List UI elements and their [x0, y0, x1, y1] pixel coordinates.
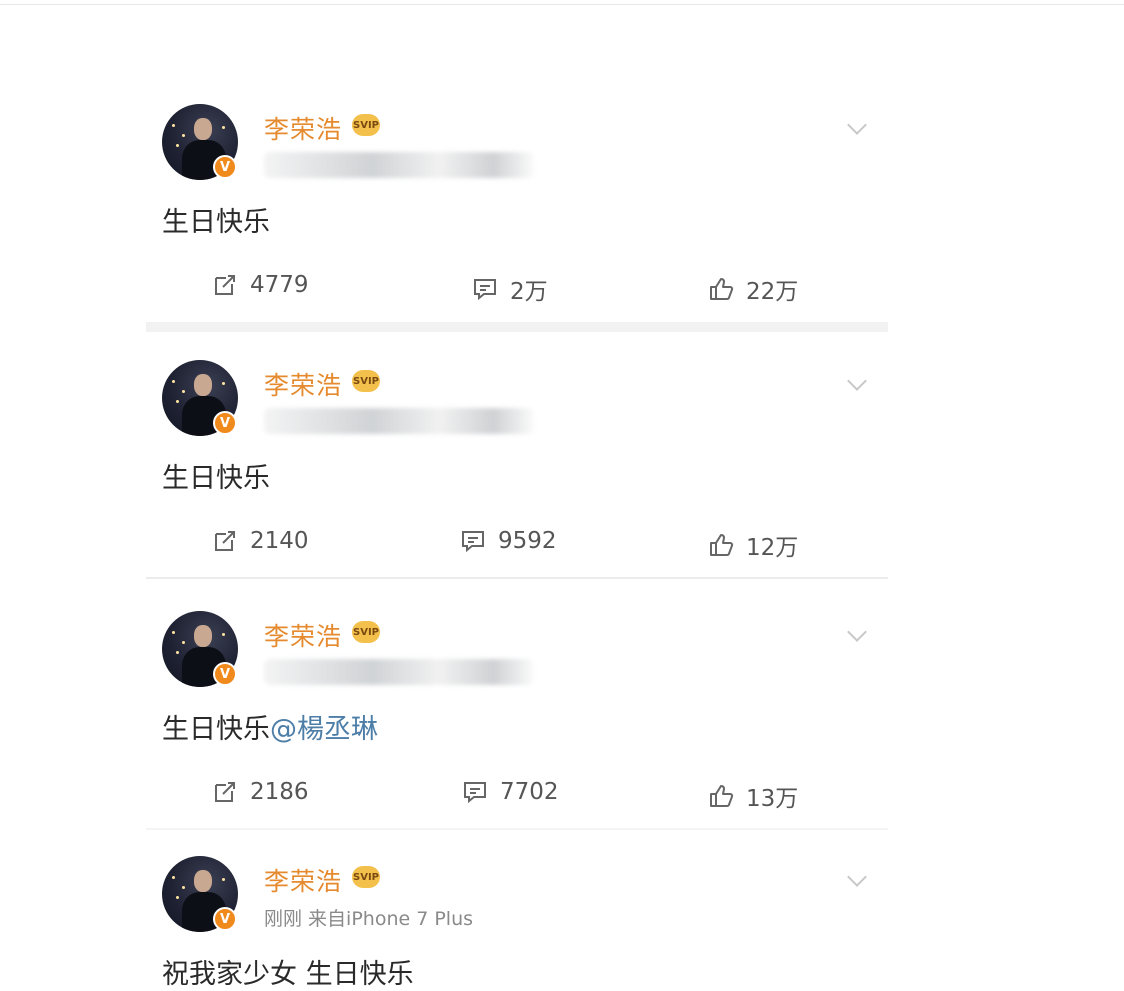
repost-count: 2186: [250, 779, 309, 805]
comment-button[interactable]: 2万: [472, 272, 548, 306]
verified-v-icon: V: [213, 907, 237, 931]
like-button[interactable]: 22万: [708, 272, 798, 306]
repost-count: 4779: [250, 272, 309, 298]
repost-icon: [215, 782, 235, 802]
repost-button[interactable]: 4779: [212, 272, 309, 298]
weibo-post-1: V 李荣浩 SVIP 生日快乐 4779 2万 22万: [146, 104, 888, 320]
weibo-post-2: V 李荣浩 SVIP 生日快乐 2140 9592 12万: [146, 360, 888, 576]
username[interactable]: 李荣浩: [264, 862, 342, 898]
thumbs-up-icon: [710, 534, 734, 556]
verified-v-icon: V: [213, 411, 237, 435]
post-separator: [146, 322, 888, 332]
meta-blurred: [264, 152, 534, 178]
comment-button[interactable]: 9592: [460, 528, 557, 554]
chevron-down-icon[interactable]: [847, 115, 867, 135]
username[interactable]: 李荣浩: [264, 366, 342, 402]
top-divider: [0, 4, 1124, 5]
action-bar: 2140 9592 12万: [146, 528, 888, 564]
like-count: 12万: [746, 535, 799, 561]
action-bar: 2186 7702 13万: [146, 779, 888, 815]
username[interactable]: 李荣浩: [264, 110, 342, 146]
comment-icon: [474, 279, 496, 301]
vip-badge-icon: SVIP: [352, 866, 380, 888]
repost-icon: [215, 531, 235, 551]
meta-blurred: [264, 659, 534, 685]
repost-button[interactable]: 2186: [212, 779, 309, 805]
post-content: 生日快乐: [162, 463, 270, 494]
verified-v-icon: V: [213, 155, 237, 179]
like-count: 13万: [746, 786, 799, 812]
chevron-down-icon[interactable]: [847, 371, 867, 391]
vip-badge-icon: SVIP: [352, 114, 380, 136]
comment-icon: [462, 531, 484, 553]
comment-count: 7702: [500, 779, 559, 805]
vip-badge-icon: SVIP: [352, 621, 380, 643]
action-bar: 4779 2万 22万: [146, 272, 888, 308]
comment-button[interactable]: 7702: [462, 779, 559, 805]
post-content: 生日快乐@楊丞琳: [162, 714, 378, 745]
like-button[interactable]: 12万: [708, 528, 798, 562]
post-meta: 刚刚 来自iPhone 7 Plus: [264, 908, 474, 930]
chevron-down-icon[interactable]: [847, 867, 867, 887]
repost-button[interactable]: 2140: [212, 528, 309, 554]
post-separator: [146, 828, 888, 830]
comment-count: 2万: [510, 279, 548, 305]
comment-count: 9592: [498, 528, 557, 554]
weibo-post-4: V 李荣浩 SVIP 刚刚 来自iPhone 7 Plus 祝我家少女 生日快乐: [146, 856, 888, 990]
like-button[interactable]: 13万: [708, 779, 798, 813]
vip-badge-icon: SVIP: [352, 370, 380, 392]
weibo-post-3: V 李荣浩 SVIP 生日快乐@楊丞琳 2186 7702 13万: [146, 611, 888, 827]
mention-link[interactable]: @楊丞琳: [270, 714, 378, 745]
post-content: 祝我家少女 生日快乐: [162, 959, 414, 990]
thumbs-up-icon: [710, 785, 734, 807]
post-content: 生日快乐: [162, 207, 270, 238]
post-separator: [146, 577, 888, 579]
username[interactable]: 李荣浩: [264, 617, 342, 653]
repost-count: 2140: [250, 528, 309, 554]
verified-v-icon: V: [213, 662, 237, 686]
thumbs-up-icon: [710, 278, 734, 300]
comment-icon: [464, 782, 486, 804]
repost-icon: [215, 275, 235, 295]
meta-blurred: [264, 408, 534, 434]
chevron-down-icon[interactable]: [847, 622, 867, 642]
like-count: 22万: [746, 279, 799, 305]
